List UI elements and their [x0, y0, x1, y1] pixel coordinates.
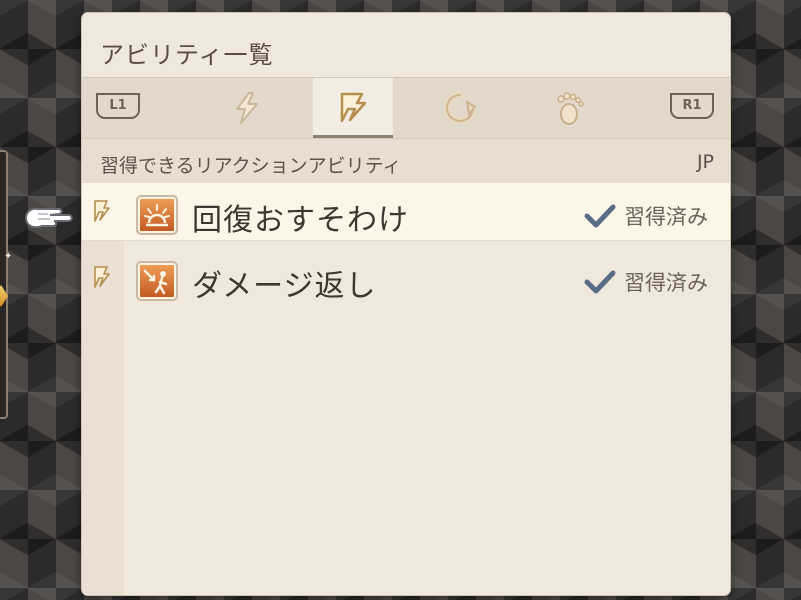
ability-name: 回復おすそわけ	[192, 203, 409, 238]
ability-list-panel: アビリティ一覧 L1 R1 習得できるリアクションアビリティ JP 回復おすそわ…	[82, 13, 730, 595]
counter-damage-icon	[138, 263, 176, 299]
reaction-type-icon	[94, 200, 110, 222]
learned-label: 習得済み	[624, 205, 708, 229]
learned-status: 習得済み	[584, 267, 708, 297]
section-label: 習得できるリアクションアビリティ	[100, 155, 402, 177]
ability-row-2[interactable]: ダメージ返し 習得済み	[82, 249, 730, 307]
ability-row-1[interactable]: 回復おすそわけ 習得済み	[82, 183, 730, 241]
tab-movement-abilities[interactable]	[528, 78, 608, 138]
action-ability-icon	[236, 92, 258, 124]
section-header: 習得できるリアクションアビリティ JP	[82, 139, 730, 183]
tab-bar: L1 R1	[82, 77, 730, 139]
heal-share-icon	[138, 197, 176, 233]
panel-title: アビリティ一覧	[100, 41, 274, 69]
l1-button[interactable]: L1	[96, 93, 140, 119]
pointer-hand-icon	[24, 207, 73, 229]
side-panel-edge	[0, 150, 8, 419]
check-icon	[584, 270, 616, 294]
r1-button[interactable]: R1	[670, 93, 714, 119]
ability-name: ダメージ返し	[192, 269, 377, 304]
movement-ability-icon	[557, 92, 584, 125]
tab-action-abilities[interactable]	[207, 78, 287, 138]
sparkle-icon: ✦	[4, 251, 13, 262]
tab-reaction-abilities[interactable]	[313, 78, 393, 138]
check-icon	[584, 204, 616, 228]
learned-label: 習得済み	[624, 271, 708, 295]
learned-status: 習得済み	[584, 201, 708, 231]
tab-support-abilities[interactable]	[420, 78, 500, 138]
reaction-type-icon	[94, 266, 110, 288]
support-ability-icon	[444, 92, 477, 124]
reaction-ability-icon	[340, 92, 367, 122]
jp-column-label: JP	[696, 151, 714, 173]
ability-list: 回復おすそわけ 習得済み ダメージ返し 習得済み	[82, 183, 730, 315]
